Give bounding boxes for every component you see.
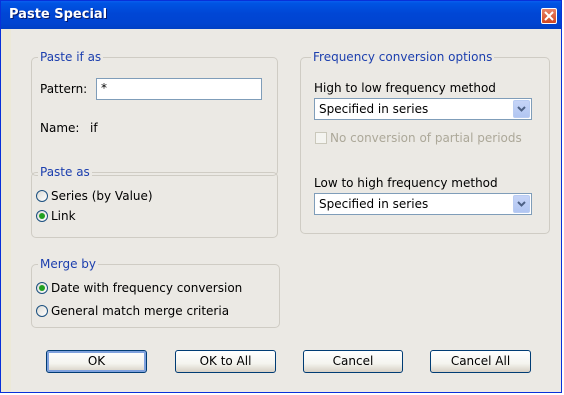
- dropdown-button[interactable]: [513, 100, 530, 118]
- radio-general-match-merge-label: General match merge criteria: [51, 304, 230, 318]
- name-value: if: [90, 121, 98, 135]
- radio-general-match-merge[interactable]: General match merge criteria: [36, 304, 229, 318]
- dialog-title: Paste Special: [9, 7, 108, 22]
- cancel-all-button[interactable]: Cancel All: [430, 350, 531, 373]
- close-icon: [544, 11, 554, 21]
- low-to-high-label: Low to high frequency method: [314, 176, 498, 190]
- chevron-down-icon: [517, 106, 526, 112]
- radio-date-frequency-conversion[interactable]: Date with frequency conversion: [36, 281, 242, 295]
- chevron-down-icon: [517, 201, 526, 207]
- close-button[interactable]: [541, 8, 557, 24]
- pattern-input[interactable]: *: [96, 78, 262, 100]
- merge-by-group: Merge by Date with frequency conversion …: [31, 257, 280, 328]
- high-to-low-value: Specified in series: [319, 102, 429, 116]
- merge-by-legend: Merge by: [38, 257, 98, 271]
- radio-series-by-value-label: Series (by Value): [51, 189, 153, 203]
- radio-unselected-icon: [36, 190, 48, 202]
- pattern-label: Pattern:: [40, 82, 88, 96]
- checkbox-unchecked-icon: [315, 132, 327, 144]
- ok-button[interactable]: OK: [46, 350, 147, 373]
- name-label: Name:: [40, 121, 80, 135]
- paste-if-as-legend: Paste if as: [38, 50, 104, 64]
- radio-link[interactable]: Link: [36, 209, 76, 223]
- paste-as-legend: Paste as: [38, 165, 92, 179]
- cancel-button[interactable]: Cancel: [303, 350, 403, 373]
- radio-date-frequency-conversion-label: Date with frequency conversion: [51, 281, 243, 295]
- no-partial-periods-checkbox[interactable]: No conversion of partial periods: [315, 131, 522, 145]
- radio-unselected-icon: [36, 305, 48, 317]
- paste-as-group: Paste as Series (by Value) Link: [31, 165, 278, 238]
- radio-selected-icon: [36, 282, 48, 294]
- high-to-low-select[interactable]: Specified in series: [314, 98, 532, 120]
- frequency-conversion-legend: Frequency conversion options: [311, 50, 495, 64]
- high-to-low-label: High to low frequency method: [314, 81, 496, 95]
- dropdown-button[interactable]: [513, 195, 530, 213]
- frequency-conversion-group: Frequency conversion options High to low…: [300, 50, 550, 234]
- paste-special-dialog: Paste Special Paste if as Pattern: * Nam…: [0, 0, 562, 393]
- radio-series-by-value[interactable]: Series (by Value): [36, 189, 153, 203]
- low-to-high-select[interactable]: Specified in series: [314, 193, 532, 215]
- dialog-body: Paste if as Pattern: * Name: if Paste as…: [11, 29, 561, 392]
- paste-if-as-group: Paste if as Pattern: * Name: if: [31, 50, 278, 176]
- low-to-high-value: Specified in series: [319, 197, 429, 211]
- ok-to-all-button[interactable]: OK to All: [175, 350, 276, 373]
- radio-selected-icon: [36, 210, 48, 222]
- title-bar[interactable]: Paste Special: [1, 1, 561, 29]
- radio-link-label: Link: [51, 209, 76, 223]
- no-partial-periods-label: No conversion of partial periods: [330, 131, 522, 145]
